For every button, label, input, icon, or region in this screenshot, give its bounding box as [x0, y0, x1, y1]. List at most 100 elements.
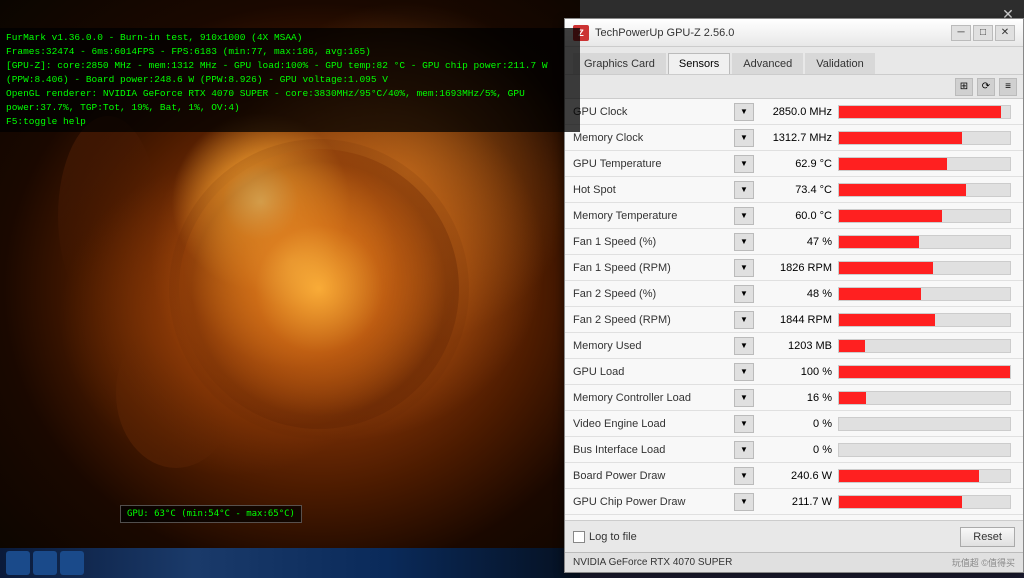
gpuz-title: TechPowerUp GPU-Z 2.56.0 [595, 27, 951, 39]
log-label: Log to file [589, 531, 960, 543]
sensor-dropdown-button[interactable]: ▼ [734, 259, 754, 277]
gpuz-toolbar: ⊞ ⟳ ≡ [565, 75, 1023, 99]
sensor-row[interactable]: Memory Clock▼1312.7 MHz [565, 125, 1023, 151]
sensor-dropdown-button[interactable]: ▼ [734, 103, 754, 121]
tab-graphics-card[interactable]: Graphics Card [573, 53, 666, 74]
sensor-name: Fan 1 Speed (%) [569, 236, 734, 248]
sensor-bar [839, 470, 979, 482]
sensor-name: GPU Clock [569, 106, 734, 118]
sensor-dropdown-button[interactable]: ▼ [734, 233, 754, 251]
gpuz-titlebar: Z TechPowerUp GPU-Z 2.56.0 ─ □ ✕ [565, 19, 1023, 47]
furmark-info-line4: OpenGL renderer: NVIDIA GeForce RTX 4070… [6, 87, 574, 115]
sensor-name: Hot Spot [569, 184, 734, 196]
sensor-row[interactable]: GPU Chip Power Draw▼211.7 W [565, 489, 1023, 515]
sensor-row[interactable]: Fan 2 Speed (%)▼48 % [565, 281, 1023, 307]
sensor-value: 1844 RPM [758, 314, 838, 326]
furmark-info-line2: Frames:32474 - 6ms:6014FPS - FPS:6183 (m… [6, 45, 574, 59]
sensor-dropdown-button[interactable]: ▼ [734, 155, 754, 173]
log-checkbox[interactable] [573, 531, 585, 543]
sensor-row[interactable]: Fan 1 Speed (%)▼ 47 % [565, 229, 1023, 255]
sensor-bar-container [838, 443, 1011, 457]
sensor-name: GPU Temperature [569, 158, 734, 170]
sensor-row[interactable]: Bus Interface Load▼0 % [565, 437, 1023, 463]
taskbar-strip [0, 548, 580, 578]
sensor-value: 1203 MB [758, 340, 838, 352]
sensor-row[interactable]: GPU Load▼ 100 % [565, 359, 1023, 385]
gpuz-statusbar: NVIDIA GeForce RTX 4070 SUPER 玩值超 ©值得买 [565, 552, 1023, 572]
sensor-row[interactable]: Video Engine Load▼0 % [565, 411, 1023, 437]
sensor-bar-container [838, 417, 1011, 431]
sensor-bar-container [838, 235, 1011, 249]
sensor-name: Memory Clock [569, 132, 734, 144]
gpu-temp-overlay: GPU: 63°C (min:54°C - max:65°C) [120, 505, 302, 523]
sensor-dropdown-button[interactable]: ▼ [734, 337, 754, 355]
sensor-dropdown-button[interactable]: ▼ [734, 181, 754, 199]
sensor-row[interactable]: Fan 2 Speed (RPM)▼ 1844 RPM [565, 307, 1023, 333]
tab-sensors[interactable]: Sensors [668, 53, 730, 74]
furmark-info-line1: FurMark v1.36.0.0 - Burn-in test, 910x10… [6, 31, 574, 45]
sensor-value: 47 % [758, 236, 838, 248]
sensor-dropdown-button[interactable]: ▼ [734, 311, 754, 329]
sensor-name: Memory Temperature [569, 210, 734, 222]
sensor-name: Board Power Draw [569, 470, 734, 482]
sensor-dropdown-button[interactable]: ▼ [734, 363, 754, 381]
sensor-value: 100 % [758, 366, 838, 378]
furmark-arm1 [58, 116, 158, 316]
sensor-row[interactable]: Memory Used▼1203 MB [565, 333, 1023, 359]
sensor-bar-container [838, 391, 1011, 405]
taskbar-icon3[interactable] [60, 551, 84, 575]
sensor-bar-container [838, 209, 1011, 223]
sensor-row[interactable]: Hot Spot▼73.4 °C [565, 177, 1023, 203]
sensor-dropdown-button[interactable]: ▼ [734, 285, 754, 303]
sensor-bar-container [838, 469, 1011, 483]
sensor-row[interactable]: GPU Temperature▼62.9 °C [565, 151, 1023, 177]
sensor-bar [839, 236, 919, 248]
sensor-value: 240.6 W [758, 470, 838, 482]
sensor-row[interactable]: GPU Clock▼ 2850.0 MHz [565, 99, 1023, 125]
sensor-dropdown-button[interactable]: ▼ [734, 493, 754, 511]
sensor-row[interactable]: Memory Controller Load▼16 % [565, 385, 1023, 411]
gpuz-watermark: 玩值超 ©值得买 [952, 556, 1015, 569]
sensor-row[interactable]: Fan 1 Speed (RPM)▼1826 RPM [565, 255, 1023, 281]
sensor-bar [839, 158, 947, 170]
gpuz-status-text: NVIDIA GeForce RTX 4070 SUPER [573, 557, 952, 568]
toolbar-menu-icon[interactable]: ≡ [999, 78, 1017, 96]
sensor-dropdown-button[interactable]: ▼ [734, 441, 754, 459]
sensor-name: GPU Load [569, 366, 734, 378]
sensor-name: Fan 2 Speed (RPM) [569, 314, 734, 326]
reset-button[interactable]: Reset [960, 527, 1015, 547]
sensor-row[interactable]: Memory Temperature▼ 60.0 °C [565, 203, 1023, 229]
toolbar-grid-icon[interactable]: ⊞ [955, 78, 973, 96]
sensor-bar-container [838, 157, 1011, 171]
sensor-value: 2850.0 MHz [758, 106, 838, 118]
sensor-name: Bus Interface Load [569, 444, 734, 456]
sensor-bar-container [838, 339, 1011, 353]
gpuz-maximize-button[interactable]: □ [973, 25, 993, 41]
tab-validation[interactable]: Validation [805, 53, 875, 74]
sensor-value: 0 % [758, 418, 838, 430]
furmark-info-panel: FurMark v1.36.0.0 - Burn-in test, 910x10… [0, 28, 580, 132]
sensor-dropdown-button[interactable]: ▼ [734, 415, 754, 433]
sensor-dropdown-button[interactable]: ▼ [734, 389, 754, 407]
sensor-name: Fan 2 Speed (%) [569, 288, 734, 300]
sensor-bar-container [838, 183, 1011, 197]
sensor-bar [839, 392, 866, 404]
furmark-info-line5: F5:toggle help [6, 115, 574, 129]
toolbar-refresh-icon[interactable]: ⟳ [977, 78, 995, 96]
gpuz-close-button[interactable]: ✕ [995, 25, 1015, 41]
sensor-dropdown-button[interactable]: ▼ [734, 207, 754, 225]
gpuz-minimize-button[interactable]: ─ [951, 25, 971, 41]
taskbar-icon2[interactable] [33, 551, 57, 575]
sensor-row[interactable]: Board Power Draw▼ 240.6 W [565, 463, 1023, 489]
taskbar-icon1[interactable] [6, 551, 30, 575]
sensor-bar [839, 340, 865, 352]
sensor-value: 60.0 °C [758, 210, 838, 222]
sensor-value: 16 % [758, 392, 838, 404]
sensor-dropdown-button[interactable]: ▼ [734, 129, 754, 147]
furmark-center [171, 112, 351, 292]
gpuz-footer: Log to file Reset [565, 520, 1023, 552]
sensor-dropdown-button[interactable]: ▼ [734, 467, 754, 485]
sensor-value: 1826 RPM [758, 262, 838, 274]
tab-advanced[interactable]: Advanced [732, 53, 803, 74]
sensor-bar-container [838, 365, 1011, 379]
